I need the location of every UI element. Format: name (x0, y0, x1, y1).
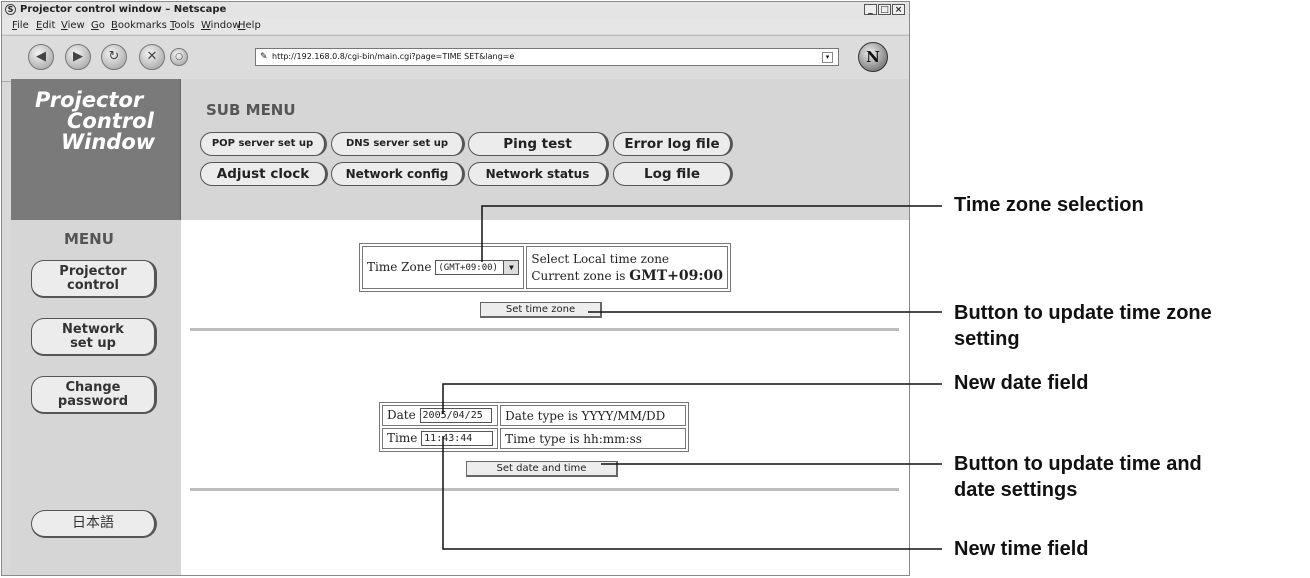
annotation-datetime-button-line-1: Button to update time and (954, 453, 1202, 475)
date-callout (442, 383, 942, 414)
annotation-datetime-button: Button to update time and date settings (954, 451, 1202, 503)
annotation-timezone-button-line-1: Button to update time zone (954, 302, 1212, 324)
annotation-new-time: New time field (954, 538, 1089, 560)
annotation-timezone-button-line-2: setting (954, 328, 1020, 350)
tz-selection-callout (481, 205, 942, 262)
annotation-datetime-button-line-2: date settings (954, 479, 1078, 501)
annotation-timezone-selection: Time zone selection (954, 194, 1144, 216)
annotation-timezone-button: Button to update time zone setting (954, 300, 1212, 352)
time-callout (442, 436, 942, 550)
annotation-new-date: New date field (954, 372, 1089, 394)
